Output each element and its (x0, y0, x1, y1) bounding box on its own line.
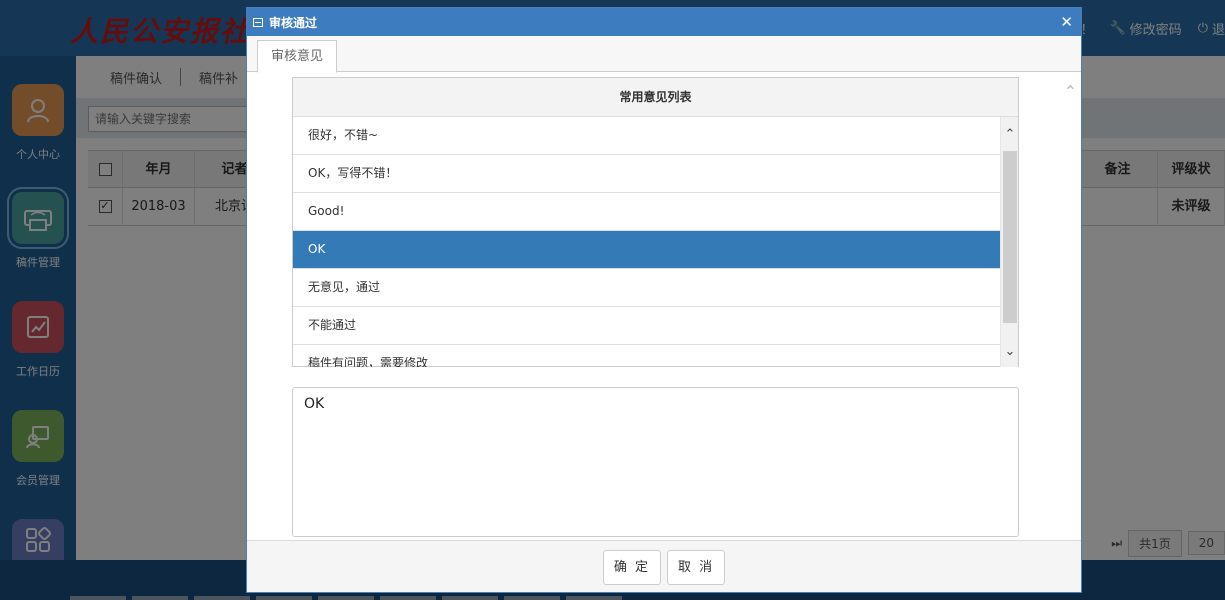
tab-review-opinion[interactable]: 审核意见 (257, 40, 338, 73)
chevron-down-icon[interactable]: ⌄ (1001, 344, 1019, 359)
dialog-title: 审核通过 (269, 15, 318, 30)
dialog-tabs: 审核意见 (247, 36, 1081, 73)
scrollbar-thumb[interactable] (1003, 151, 1017, 323)
dialog-footer: 确 定 取 消 (247, 540, 1081, 592)
panel-title: 常用意见列表 (293, 78, 1018, 117)
chevron-up-icon[interactable]: ⌃ (1064, 82, 1077, 101)
common-opinion-panel: 常用意见列表 很好，不错~ OK，写得不错！ Good! OK 无意见，通过 不… (292, 77, 1019, 367)
dialog-titlebar: 审核通过 ✕ (247, 8, 1081, 36)
list-item-selected[interactable]: OK (293, 231, 1001, 269)
list-item[interactable]: OK，写得不错！ (293, 155, 1001, 193)
list-item[interactable]: 很好，不错~ (293, 117, 1001, 155)
chevron-up-icon[interactable]: ⌃ (1001, 127, 1019, 142)
opinion-textarea[interactable]: OK (292, 387, 1019, 537)
window-icon (253, 17, 263, 27)
list-item[interactable]: 无意见，通过 (293, 269, 1001, 307)
approve-dialog: 审核通过 ✕ 审核意见 ⌃ ⌄ 常用意见列表 很好，不错~ OK，写得不错！ G… (246, 7, 1082, 593)
confirm-button[interactable]: 确 定 (602, 550, 661, 585)
cancel-button[interactable]: 取 消 (667, 550, 726, 585)
close-icon[interactable]: ✕ (1060, 13, 1073, 31)
opinion-list: 很好，不错~ OK，写得不错！ Good! OK 无意见，通过 不能通过 稿件有… (293, 117, 1001, 367)
list-item[interactable]: 稿件有问题，需要修改 (293, 345, 1001, 367)
dialog-body: ⌃ ⌄ 常用意见列表 很好，不错~ OK，写得不错！ Good! OK 无意见，… (247, 72, 1081, 542)
list-scrollbar[interactable]: ⌃ ⌄ (1000, 117, 1018, 367)
list-item[interactable]: Good! (293, 193, 1001, 231)
list-item[interactable]: 不能通过 (293, 307, 1001, 345)
